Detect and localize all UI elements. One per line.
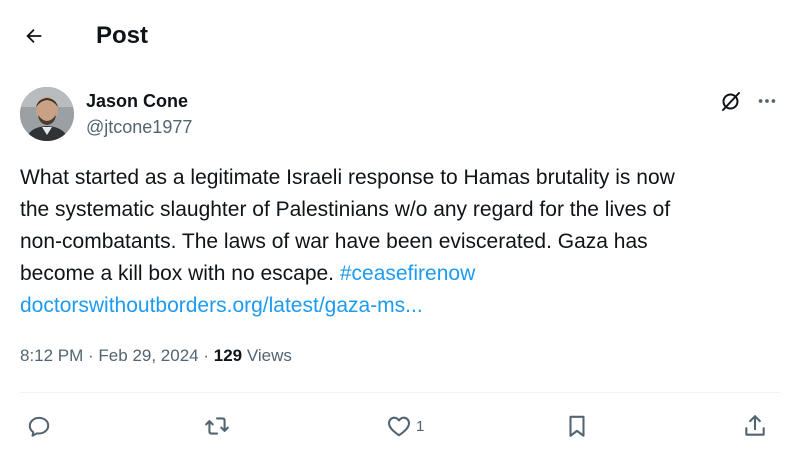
author-name[interactable]: Jason Cone: [86, 90, 188, 112]
hashtag-link[interactable]: #ceasefirenow: [340, 262, 475, 285]
reply-button[interactable]: [26, 405, 52, 447]
views-count: 129: [213, 346, 243, 365]
arrow-left-icon: [26, 28, 42, 44]
share-icon: [745, 415, 765, 436]
tweet-line-with-hashtag: become a kill box with no escape. #cease…: [20, 258, 790, 290]
grok-icon: [722, 92, 740, 111]
meta-separator: ·: [83, 346, 99, 365]
external-link[interactable]: doctorswithoutborders.org/latest/gaza-ms…: [20, 290, 790, 322]
tweet-line: the systematic slaughter of Palestinians…: [20, 198, 671, 221]
divider: [20, 392, 780, 393]
meta-separator: ·: [198, 346, 214, 365]
grok-button[interactable]: [716, 86, 746, 116]
tweet-meta: 8:12 PM · Feb 29, 2024 · 129 Views: [20, 344, 292, 368]
share-button[interactable]: [742, 405, 768, 447]
like-button[interactable]: 1: [386, 405, 424, 447]
bookmark-icon: [569, 415, 585, 437]
reply-icon: [28, 416, 50, 437]
page-title: Post: [96, 22, 149, 49]
repost-button[interactable]: [204, 405, 230, 447]
avatar[interactable]: [20, 87, 74, 141]
tweet-line: What started as a legitimate Israeli res…: [20, 166, 675, 189]
repost-icon: [205, 417, 229, 435]
more-icon: [758, 99, 776, 103]
back-button[interactable]: [16, 18, 52, 54]
tweet-line-text: become a kill box with no escape.: [20, 262, 340, 285]
heart-icon: [388, 416, 410, 437]
header: Post: [0, 0, 800, 70]
tweet-line: non-combatants. The laws of war have bee…: [20, 230, 648, 253]
tweet-time[interactable]: 8:12 PM: [20, 346, 83, 365]
author-handle[interactable]: @jtcone1977: [86, 116, 192, 138]
bookmark-button[interactable]: [564, 405, 590, 447]
more-options-button[interactable]: [752, 86, 782, 116]
tweet-date[interactable]: Feb 29, 2024: [98, 346, 198, 365]
avatar-image: [20, 87, 74, 141]
views-label: Views: [242, 346, 292, 365]
tweet-text: What started as a legitimate Israeli res…: [20, 162, 790, 322]
like-count: 1: [416, 417, 425, 435]
action-bar: 1: [0, 405, 800, 447]
